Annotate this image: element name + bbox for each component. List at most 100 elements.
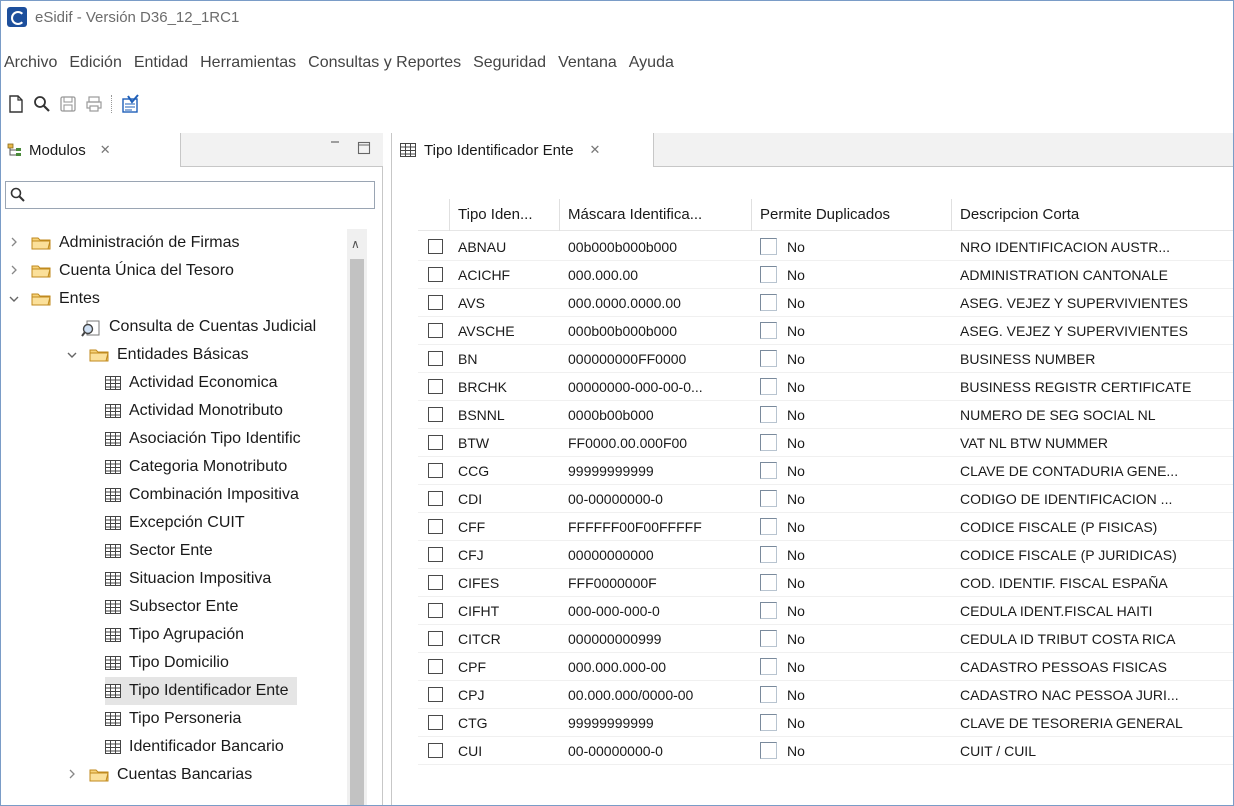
- row-checkbox[interactable]: [428, 743, 443, 758]
- module-search-input[interactable]: [5, 181, 375, 209]
- duplicates-checkbox[interactable]: [760, 602, 777, 619]
- tree-item[interactable]: Asociación Tipo Identific: [105, 425, 301, 453]
- duplicates-checkbox[interactable]: [760, 714, 777, 731]
- duplicates-checkbox[interactable]: [760, 686, 777, 703]
- tree-item[interactable]: Sector Ente: [105, 537, 213, 565]
- minimize-icon[interactable]: [329, 137, 341, 153]
- chevron-down-icon[interactable]: [5, 292, 23, 307]
- row-checkbox[interactable]: [428, 687, 443, 702]
- search-icon[interactable]: [31, 93, 53, 115]
- tree-item[interactable]: Consulta de Cuentas Judicial: [81, 313, 316, 341]
- table-row[interactable]: BTW FF0000.00.000F00 No VAT NL BTW NUMMER: [418, 429, 1233, 457]
- duplicates-checkbox[interactable]: [760, 378, 777, 395]
- menu-item-ventana[interactable]: Ventana: [556, 54, 625, 72]
- menu-item-consultas-y-reportes[interactable]: Consultas y Reportes: [306, 54, 469, 72]
- tree-item[interactable]: Excepción CUIT: [105, 509, 245, 537]
- column-header[interactable]: Tipo Iden...: [450, 198, 560, 231]
- menu-item-archivo[interactable]: Archivo: [1, 54, 65, 72]
- chevron-right-icon[interactable]: [5, 264, 23, 279]
- table-row[interactable]: CIFHT 000-000-000-0 No CEDULA IDENT.FISCAL …: [418, 597, 1233, 625]
- tree-item[interactable]: Tipo Personeria: [105, 705, 241, 733]
- row-checkbox[interactable]: [428, 295, 443, 310]
- table-row[interactable]: CCG 99999999999 No CLAVE DE CONTADURIA GENE…: [418, 457, 1233, 485]
- tree-item[interactable]: Subsector Ente: [105, 593, 238, 621]
- row-checkbox[interactable]: [428, 435, 443, 450]
- tree-item[interactable]: Tipo Identificador Ente: [105, 677, 297, 705]
- table-row[interactable]: CPJ 00.000.000/0000-00 No CADASTRO NAC PESS…: [418, 681, 1233, 709]
- row-checkbox[interactable]: [428, 323, 443, 338]
- duplicates-checkbox[interactable]: [760, 266, 777, 283]
- row-checkbox[interactable]: [428, 547, 443, 562]
- close-icon[interactable]: ✕: [100, 142, 111, 158]
- row-checkbox[interactable]: [428, 267, 443, 282]
- row-checkbox[interactable]: [428, 239, 443, 254]
- print-icon[interactable]: [83, 93, 105, 115]
- table-row[interactable]: AVS 000.0000.0000.00 No ASEG. VEJEZ Y SUPER…: [418, 289, 1233, 317]
- table-row[interactable]: BSNNL 0000b00b000 No NUMERO DE SEG SOCIAL N…: [418, 401, 1233, 429]
- tree-item[interactable]: Situacion Impositiva: [105, 565, 271, 593]
- tree-item[interactable]: Tipo Domicilio: [105, 649, 229, 677]
- table-row[interactable]: BN 000000000FF0000 No BUSINESS NUMBER: [418, 345, 1233, 373]
- row-checkbox[interactable]: [428, 603, 443, 618]
- row-checkbox[interactable]: [428, 519, 443, 534]
- tree-item[interactable]: Cuentas Bancarias: [63, 761, 252, 789]
- duplicates-checkbox[interactable]: [760, 294, 777, 311]
- table-row[interactable]: CFJ 00000000000 No CODICE FISCALE (P JURIDI…: [418, 541, 1233, 569]
- chevron-right-icon[interactable]: [5, 236, 23, 251]
- menu-item-seguridad[interactable]: Seguridad: [471, 54, 554, 72]
- tree-item[interactable]: Actividad Monotributo: [105, 397, 283, 425]
- duplicates-checkbox[interactable]: [760, 434, 777, 451]
- table-row[interactable]: CTG 99999999999 No CLAVE DE TESORERIA GENER…: [418, 709, 1233, 737]
- tree-item[interactable]: Entes: [5, 285, 100, 313]
- table-row[interactable]: ABNAU 00b000b000b000 No NRO IDENTIFICACION …: [418, 233, 1233, 261]
- save-icon[interactable]: [57, 93, 79, 115]
- menu-item-edición[interactable]: Edición: [67, 54, 129, 72]
- duplicates-checkbox[interactable]: [760, 630, 777, 647]
- duplicates-checkbox[interactable]: [760, 546, 777, 563]
- duplicates-checkbox[interactable]: [760, 406, 777, 423]
- duplicates-checkbox[interactable]: [760, 462, 777, 479]
- duplicates-checkbox[interactable]: [760, 322, 777, 339]
- column-header[interactable]: Máscara Identifica...: [560, 198, 752, 231]
- tree-item[interactable]: Cuenta Única del Tesoro: [5, 257, 234, 285]
- menu-item-entidad[interactable]: Entidad: [132, 54, 196, 72]
- chevron-right-icon[interactable]: [63, 768, 81, 783]
- row-checkbox[interactable]: [428, 631, 443, 646]
- duplicates-checkbox[interactable]: [760, 518, 777, 535]
- tree-item[interactable]: Entidades Básicas: [63, 341, 249, 369]
- menu-item-herramientas[interactable]: Herramientas: [198, 54, 304, 72]
- new-document-icon[interactable]: [5, 93, 27, 115]
- table-row[interactable]: CUI 00-00000000-0 No CUIT / CUIL: [418, 737, 1233, 765]
- tree-item[interactable]: Identificador Bancario: [105, 733, 284, 761]
- tree-item[interactable]: Actividad Economica: [105, 369, 278, 397]
- tree-item[interactable]: Combinación Impositiva: [105, 481, 299, 509]
- tab-modulos[interactable]: Modulos ✕: [1, 133, 181, 167]
- duplicates-checkbox[interactable]: [760, 658, 777, 675]
- row-checkbox[interactable]: [428, 407, 443, 422]
- duplicates-checkbox[interactable]: [760, 742, 777, 759]
- table-row[interactable]: CFF FFFFFF00F00FFFFF No CODICE FISCALE (P F…: [418, 513, 1233, 541]
- table-row[interactable]: BRCHK 00000000-000-00-0... No BUSINESS REGI…: [418, 373, 1233, 401]
- duplicates-checkbox[interactable]: [760, 574, 777, 591]
- row-checkbox[interactable]: [428, 491, 443, 506]
- tab-tipo-identificador-ente[interactable]: Tipo Identificador Ente ✕: [392, 133, 654, 167]
- column-header[interactable]: Descripcion Corta: [952, 199, 1233, 231]
- table-row[interactable]: AVSCHE 000b00b000b000 No ASEG. VEJEZ Y SUPE…: [418, 317, 1233, 345]
- row-checkbox[interactable]: [428, 575, 443, 590]
- scroll-up-icon[interactable]: ∧: [351, 237, 360, 251]
- maximize-icon[interactable]: [357, 141, 371, 158]
- close-icon[interactable]: ✕: [590, 142, 601, 158]
- table-row[interactable]: CIFES FFF0000000F No COD. IDENTIF. FISCAL E…: [418, 569, 1233, 597]
- table-row[interactable]: CPF 000.000.000-00 No CADASTRO PESSOAS FISI…: [418, 653, 1233, 681]
- duplicates-checkbox[interactable]: [760, 238, 777, 255]
- table-row[interactable]: CITCR 000000000999 No CEDULA ID TRIBUT COST…: [418, 625, 1233, 653]
- edit-doc-icon[interactable]: [119, 93, 141, 115]
- row-checkbox[interactable]: [428, 715, 443, 730]
- row-checkbox[interactable]: [428, 463, 443, 478]
- tree-item[interactable]: Categoria Monotributo: [105, 453, 287, 481]
- tree-item[interactable]: Tipo Agrupación: [105, 621, 244, 649]
- duplicates-checkbox[interactable]: [760, 490, 777, 507]
- row-checkbox[interactable]: [428, 379, 443, 394]
- tree-item[interactable]: Administración de Firmas: [5, 229, 240, 257]
- table-row[interactable]: CDI 00-00000000-0 No CODIGO DE IDENTIFICACI…: [418, 485, 1233, 513]
